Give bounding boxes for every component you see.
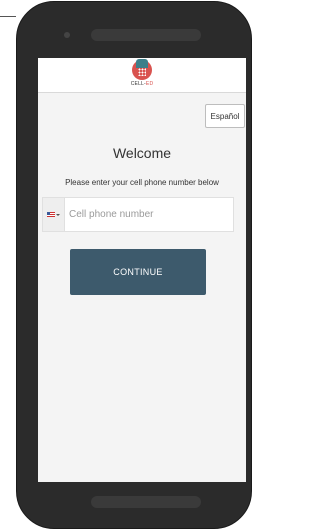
continue-button[interactable]: CONTINUE	[70, 249, 206, 295]
phone-number-field	[42, 197, 234, 232]
speaker-grille	[91, 29, 201, 41]
logo-text: CELL-ED	[38, 81, 246, 87]
chevron-down-icon	[56, 213, 60, 216]
country-code-select[interactable]	[43, 198, 65, 231]
us-flag-icon	[47, 212, 55, 217]
phone-number-input[interactable]	[65, 208, 231, 221]
page: CELL-ED Español Welcome Please enter you…	[0, 0, 252, 530]
page-title: Welcome	[112, 145, 172, 161]
phone-bottom-bar	[91, 496, 201, 508]
logo-text-suffix: ED	[145, 81, 154, 87]
logo-text-prefix: CELL-	[130, 81, 146, 87]
camera-icon	[64, 32, 70, 38]
app-screen: CELL-ED Español Welcome Please enter you…	[38, 58, 246, 482]
cell-ed-logo-icon	[132, 59, 152, 80]
divider	[0, 16, 16, 17]
keypad-icon	[138, 68, 146, 76]
language-toggle-button[interactable]: Español	[205, 104, 245, 128]
app-header: CELL-ED	[38, 58, 246, 93]
instructions-text: Please enter your cell phone number belo…	[65, 178, 219, 187]
